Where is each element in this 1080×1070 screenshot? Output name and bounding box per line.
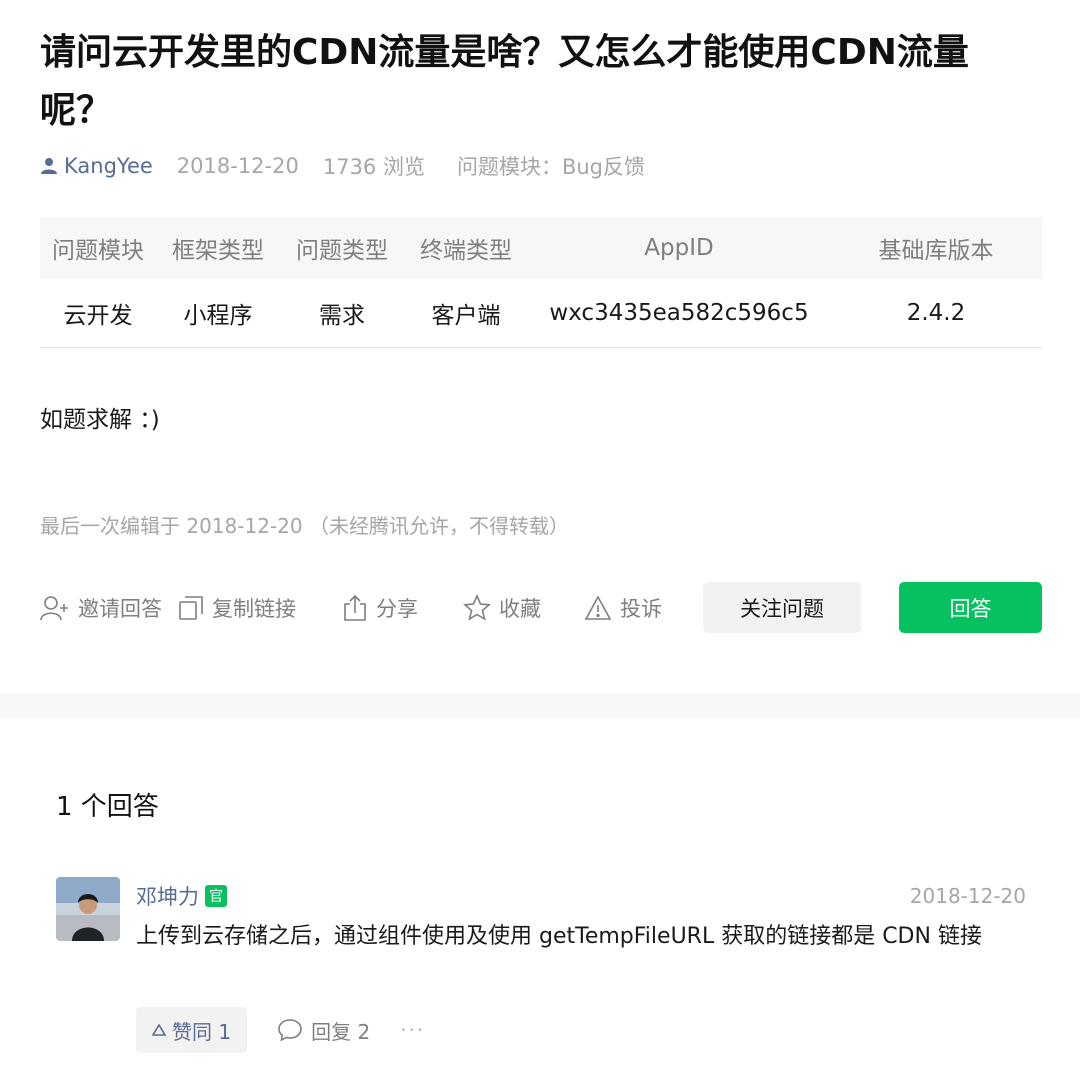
info-table-header-row: 问题模块 框架类型 问题类型 终端类型 AppID 基础库版本 [40,217,1042,279]
copy-icon [179,596,203,620]
cell-framework: 小程序 [156,279,280,348]
copy-link-label: 复制链接 [212,597,296,621]
share-label: 分享 [376,597,418,621]
header-terminal-type: 终端类型 [404,217,528,279]
header-module: 问题模块 [40,217,156,279]
comment-icon [278,1019,302,1042]
cell-module: 云开发 [40,279,156,348]
official-badge: 官 [205,885,227,907]
cell-lib-version: 2.4.2 [830,279,1042,348]
invite-answer-button[interactable]: 邀请回答 [40,582,162,634]
triangle-up-icon [152,1024,166,1036]
answer-button[interactable]: 回答 [899,582,1042,633]
cell-terminal-type: 客户端 [404,279,528,348]
edit-note: 最后一次编辑于 2018-12-20 （未经腾讯允许，不得转载） [40,514,569,538]
avatar[interactable] [56,877,120,941]
invite-user-icon [40,596,68,621]
answer-date: 2018-12-20 [909,884,1026,908]
share-icon [344,594,366,621]
answer-author-name[interactable]: 邓坤力 [136,881,199,911]
question-date: 2018-12-20 [176,154,299,178]
view-count: 1736 浏览 [322,155,425,179]
answer-actions: 赞同 1 回复 2 ··· [136,1007,425,1053]
section-divider [0,693,1080,718]
question-meta: KangYee 2018-12-20 1736 浏览 问题模块： Bug反馈 [40,150,645,182]
answer-author-row: 邓坤力 官 [136,881,227,911]
header-issue-type: 问题类型 [280,217,404,279]
header-framework: 框架类型 [156,217,280,279]
warning-icon [584,595,612,620]
header-lib-version: 基础库版本 [830,217,1042,279]
info-table-row: 云开发 小程序 需求 客户端 wxc3435ea582c596c5 2.4.2 [40,279,1042,348]
copy-link-button[interactable]: 复制链接 [178,582,296,634]
follow-question-button[interactable]: 关注问题 [703,582,861,633]
like-button[interactable]: 赞同 1 [136,1007,248,1053]
user-icon [41,158,57,174]
question-title: 请问云开发里的CDN流量是啥？又怎么才能使用CDN流量呢？ [40,32,969,131]
question-content: 如题求解 ：) [40,407,160,433]
cell-appid: wxc3435ea582c596c5 [528,279,830,348]
module-label: 问题模块： [456,155,562,179]
question-info-table: 问题模块 框架类型 问题类型 终端类型 AppID 基础库版本 云开发 小程序 … [40,217,1042,348]
report-button[interactable]: 投诉 [584,582,662,634]
author-name[interactable]: KangYee [64,154,153,178]
module-value[interactable]: Bug反馈 [562,151,645,181]
reply-label: 回复 2 [311,1019,371,1044]
question-actions: 邀请回答 复制链接 分享 收藏 投诉 关注问题 回答 [40,582,1042,634]
invite-answer-label: 邀请回答 [78,597,162,621]
header-appid: AppID [528,217,830,279]
favorite-label: 收藏 [499,597,541,621]
share-button[interactable]: 分享 [342,582,418,634]
author-link[interactable]: KangYee [40,154,153,178]
cell-issue-type: 需求 [280,279,404,348]
like-label: 赞同 1 [172,1019,232,1044]
answers-count-heading: 1 个回答 [56,792,159,822]
more-options-button[interactable]: ··· [400,1018,425,1042]
answer-text: 上传到云存储之后，通过组件使用及使用 getTempFileURL 获取的链接都… [136,924,982,949]
star-icon [463,594,491,621]
reply-button[interactable]: 回复 2 [277,1016,370,1045]
report-label: 投诉 [620,597,662,621]
favorite-button[interactable]: 收藏 [463,582,541,634]
avatar-photo [56,877,120,941]
